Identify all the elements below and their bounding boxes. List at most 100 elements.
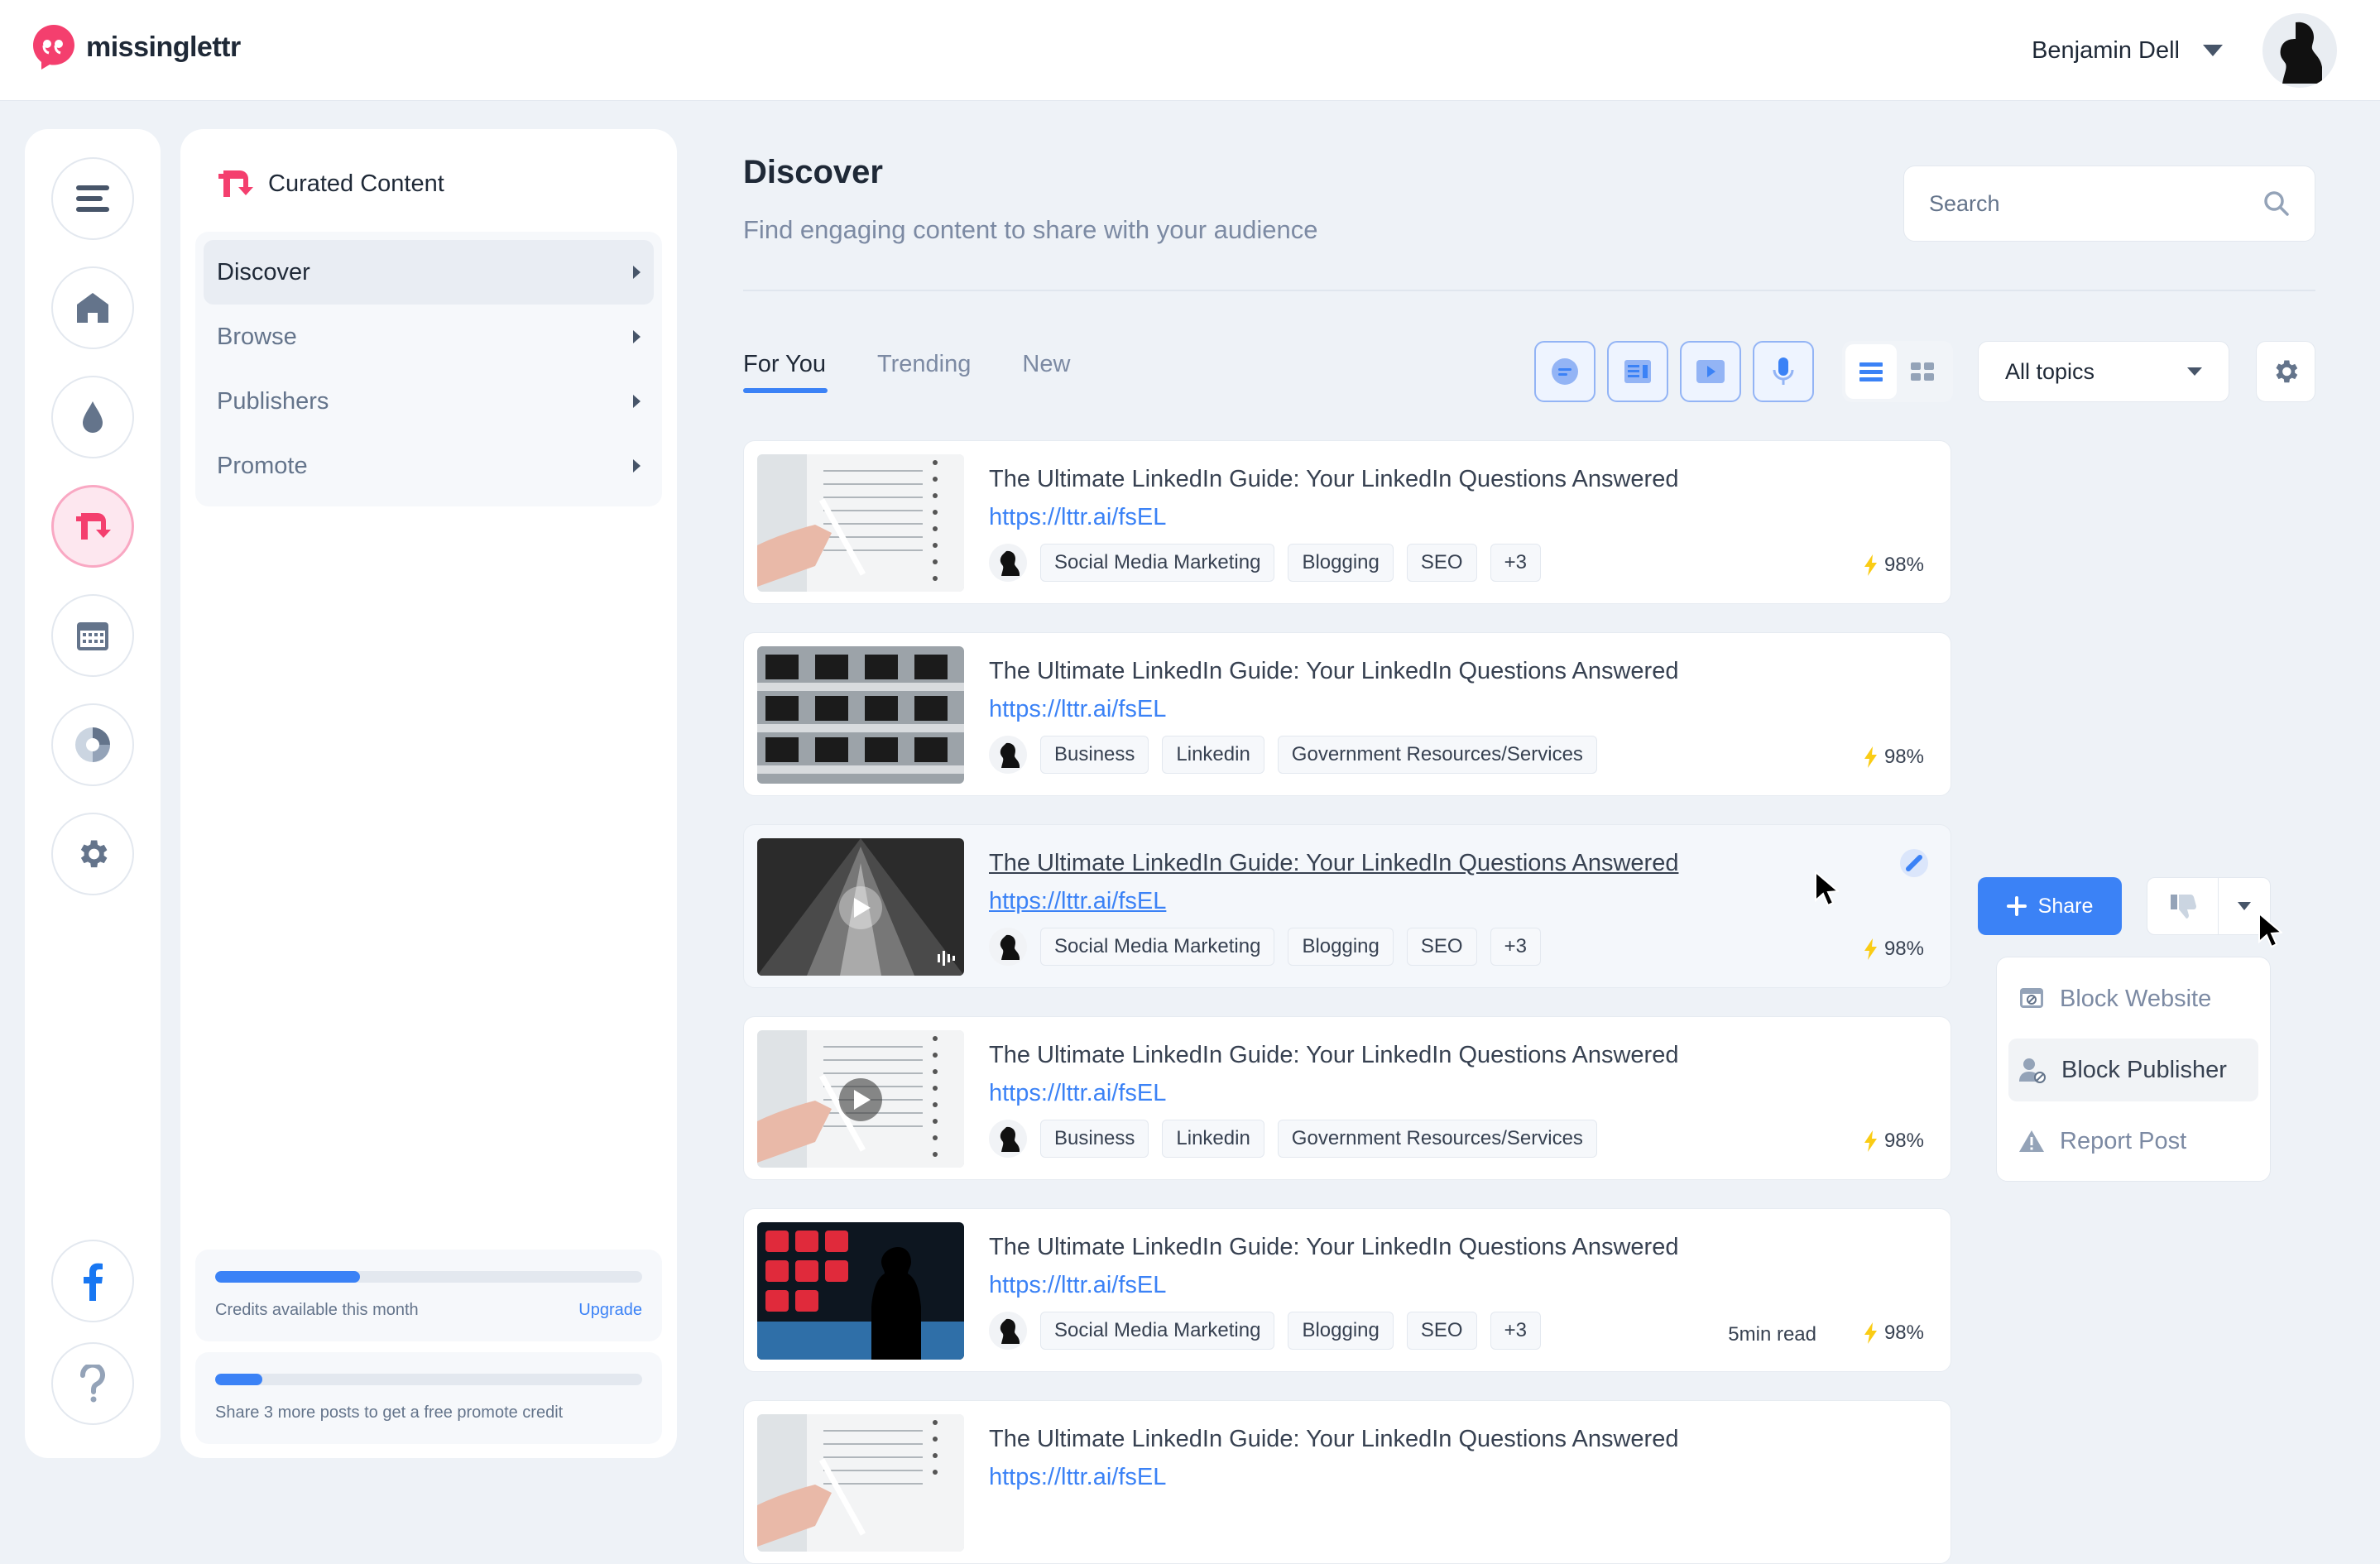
home-icon[interactable] <box>51 266 134 349</box>
drop-icon[interactable] <box>51 376 134 458</box>
tag[interactable]: Blogging <box>1288 928 1394 966</box>
menu-item-report-post[interactable]: Report Post <box>2008 1110 2258 1173</box>
tab-for-you[interactable]: For You <box>743 351 828 393</box>
tag[interactable]: Business <box>1040 1120 1149 1158</box>
list-view-icon[interactable] <box>1845 344 1897 399</box>
curate-icon[interactable] <box>51 485 134 568</box>
card-thumbnail[interactable] <box>757 454 964 592</box>
card-title[interactable]: The Ultimate LinkedIn Guide: Your Linked… <box>989 1042 1678 1069</box>
topics-value: All topics <box>2005 358 2095 384</box>
search-icon[interactable] <box>2263 190 2290 217</box>
dislike-split-button[interactable] <box>2147 877 2271 935</box>
publisher-avatar[interactable] <box>989 544 1027 582</box>
card-title[interactable]: The Ultimate LinkedIn Guide: Your Linked… <box>989 1234 1678 1261</box>
subnav-header: Curated Content <box>215 166 444 202</box>
publisher-avatar[interactable] <box>989 1120 1027 1158</box>
card-title[interactable]: The Ultimate LinkedIn Guide: Your Linked… <box>989 1426 1678 1453</box>
subnav-item-browse[interactable]: Browse <box>204 305 654 369</box>
link-icon[interactable] <box>1899 848 1929 882</box>
credits-progress <box>215 1271 642 1283</box>
chevron-down-icon[interactable] <box>2203 45 2223 56</box>
topics-select[interactable]: All topics <box>1978 341 2229 402</box>
relevance-score: 98% <box>1864 1322 1924 1345</box>
card-thumbnail[interactable] <box>757 646 964 784</box>
filter-articles-button[interactable] <box>1607 341 1668 402</box>
subnav-item-publishers[interactable]: Publishers <box>204 369 654 434</box>
tag[interactable]: +3 <box>1490 928 1541 966</box>
tag[interactable]: SEO <box>1406 544 1477 582</box>
publisher-avatar[interactable] <box>989 736 1027 774</box>
feed-settings-button[interactable] <box>2256 341 2315 402</box>
credits-panel: Credits available this month Upgrade <box>195 1250 662 1341</box>
filter-posts-button[interactable] <box>1534 341 1595 402</box>
analytics-icon[interactable] <box>51 703 134 786</box>
tag[interactable]: Social Media Marketing <box>1040 544 1275 582</box>
card-url[interactable]: https://lttr.ai/fsEL <box>989 1272 1166 1299</box>
promote-credit-panel: Share 3 more posts to get a free promote… <box>195 1352 662 1444</box>
card-url[interactable]: https://lttr.ai/fsEL <box>989 696 1166 723</box>
tag[interactable]: Business <box>1040 736 1149 774</box>
tag[interactable]: SEO <box>1406 928 1477 966</box>
promote-progress <box>215 1374 642 1385</box>
card-url[interactable]: https://lttr.ai/fsEL <box>989 1080 1166 1107</box>
tab-trending[interactable]: Trending <box>877 351 971 393</box>
tag[interactable]: Social Media Marketing <box>1040 928 1275 966</box>
tag[interactable]: SEO <box>1406 1312 1477 1350</box>
tag[interactable]: Government Resources/Services <box>1277 1120 1597 1158</box>
card-url[interactable]: https://lttr.ai/fsEL <box>989 888 1166 915</box>
tag[interactable]: Blogging <box>1288 544 1394 582</box>
tab-new[interactable]: New <box>1022 351 1070 393</box>
card-title[interactable]: The Ultimate LinkedIn Guide: Your Linked… <box>989 658 1678 685</box>
chevron-down-icon <box>2187 367 2202 376</box>
tag[interactable]: Social Media Marketing <box>1040 1312 1275 1350</box>
facebook-icon[interactable] <box>51 1240 134 1322</box>
gear-icon[interactable] <box>51 813 134 895</box>
filter-podcasts-button[interactable] <box>1753 341 1814 402</box>
card-thumbnail[interactable] <box>757 1030 964 1168</box>
logo[interactable]: missinglettr <box>31 23 241 71</box>
search-box[interactable] <box>1903 166 2315 242</box>
user-name[interactable]: Benjamin Dell <box>2032 37 2180 65</box>
calendar-icon[interactable] <box>51 594 134 677</box>
upgrade-link[interactable]: Upgrade <box>578 1301 642 1320</box>
avatar[interactable] <box>2262 13 2337 88</box>
feed-tabs: For You Trending New <box>743 351 1070 393</box>
grid-view-icon[interactable] <box>1897 344 1948 399</box>
content-card[interactable]: The Ultimate LinkedIn Guide: Your Linked… <box>743 632 1951 796</box>
help-icon[interactable] <box>51 1342 134 1425</box>
content-card[interactable]: The Ultimate LinkedIn Guide: Your Linked… <box>743 1400 1951 1564</box>
user-menu[interactable]: Benjamin Dell <box>2032 13 2337 88</box>
menu-item-block-publisher[interactable]: Block Publisher <box>2008 1039 2258 1101</box>
content-card[interactable]: The Ultimate LinkedIn Guide: Your Linked… <box>743 1016 1951 1180</box>
tag[interactable]: +3 <box>1490 544 1541 582</box>
tag[interactable]: Blogging <box>1288 1312 1394 1350</box>
share-label: Share <box>2037 894 2094 918</box>
card-title[interactable]: The Ultimate LinkedIn Guide: Your Linked… <box>989 850 1678 877</box>
share-button[interactable]: Share <box>1978 877 2122 935</box>
tag[interactable]: Linkedin <box>1162 1120 1264 1158</box>
content-card[interactable]: The Ultimate LinkedIn Guide: Your Linked… <box>743 824 1951 988</box>
filter-videos-button[interactable] <box>1680 341 1741 402</box>
tag[interactable]: Government Resources/Services <box>1277 736 1597 774</box>
subnav-item-discover[interactable]: Discover <box>204 240 654 305</box>
content-card[interactable]: The Ultimate LinkedIn Guide: Your Linked… <box>743 1208 1951 1372</box>
publisher-avatar[interactable] <box>989 1312 1027 1350</box>
search-input[interactable] <box>1929 190 2227 217</box>
card-thumbnail[interactable] <box>757 1222 964 1360</box>
publisher-avatar[interactable] <box>989 928 1027 966</box>
content-card[interactable]: The Ultimate LinkedIn Guide: Your Linked… <box>743 440 1951 604</box>
chevron-down-icon[interactable] <box>2219 901 2270 911</box>
card-url[interactable]: https://lttr.ai/fsEL <box>989 1464 1166 1491</box>
subnav-item-promote[interactable]: Promote <box>204 434 654 498</box>
thumbs-down-icon[interactable] <box>2147 878 2219 934</box>
card-url[interactable]: https://lttr.ai/fsEL <box>989 504 1166 531</box>
card-thumbnail[interactable] <box>757 838 964 976</box>
tag[interactable]: +3 <box>1490 1312 1541 1350</box>
gear-icon <box>2276 360 2298 383</box>
card-title[interactable]: The Ultimate LinkedIn Guide: Your Linked… <box>989 466 1678 493</box>
menu-icon[interactable] <box>51 157 134 240</box>
score-value: 98% <box>1883 1322 1924 1344</box>
card-thumbnail[interactable] <box>757 1414 964 1552</box>
tag[interactable]: Linkedin <box>1162 736 1264 774</box>
menu-item-block-website[interactable]: Block Website <box>2008 967 2258 1030</box>
